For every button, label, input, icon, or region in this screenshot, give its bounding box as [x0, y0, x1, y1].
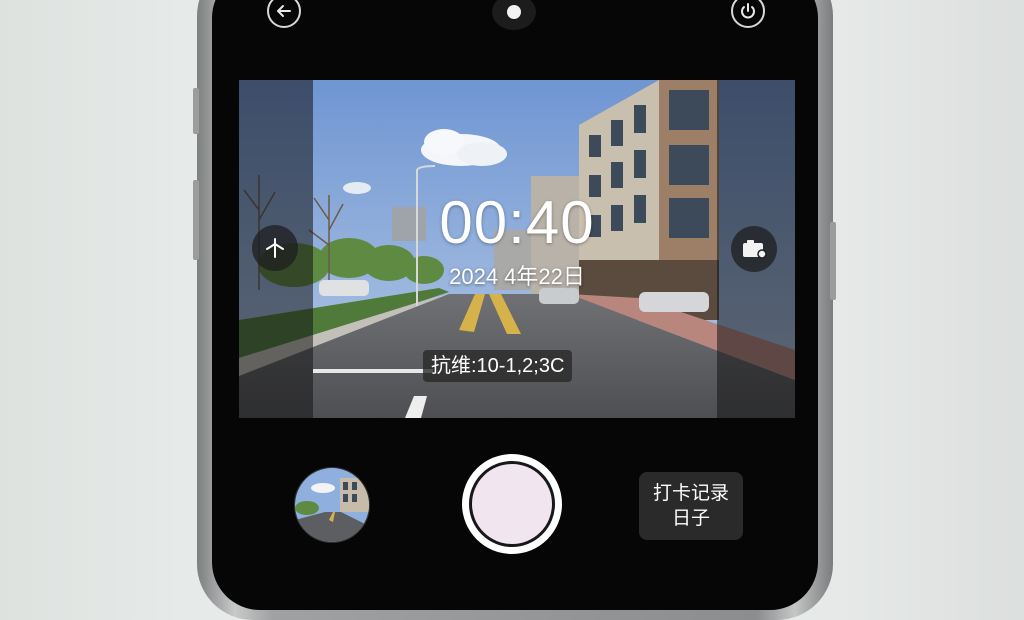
records-label-line1: 打卡记录	[652, 482, 729, 504]
check-in-records-button[interactable]: 打卡记录 日子	[639, 472, 743, 540]
back-arrow-icon	[277, 5, 291, 17]
timestamp-date: 2024 4年22日	[449, 264, 585, 289]
timestamp-time: 00:40	[439, 189, 595, 256]
volume-button	[193, 180, 199, 260]
volume-button	[193, 88, 199, 134]
camera-viewfinder[interactable]: 00:40 2024 4年22日 抗维:10-1,2;3C	[239, 80, 795, 418]
power-icon	[741, 3, 755, 19]
shutter-inner	[469, 461, 555, 547]
shutter-button[interactable]	[462, 454, 562, 554]
gallery-thumbnail-image	[295, 468, 369, 542]
location-label: 抗维:10-1,2;3C	[423, 350, 573, 382]
power-side-button	[830, 222, 836, 300]
records-label-line2: 日子	[671, 507, 710, 529]
gallery-thumbnail[interactable]	[294, 467, 370, 543]
